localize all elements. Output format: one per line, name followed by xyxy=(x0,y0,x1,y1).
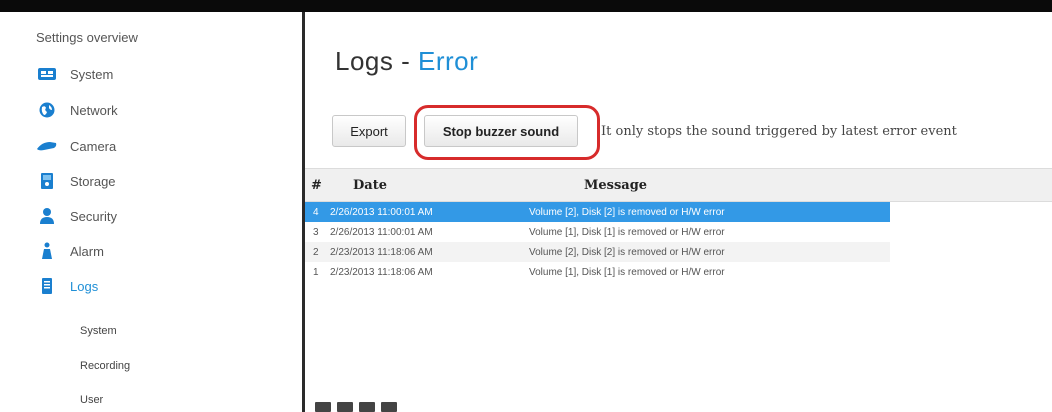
stop-buzzer-button[interactable]: Stop buzzer sound xyxy=(424,115,578,147)
sidebar-item-label: Network xyxy=(70,102,118,118)
table-row[interactable]: 1 2/23/2013 11:18:06 AM Volume [1], Disk… xyxy=(305,262,890,282)
sidebar: Settings overview System Network Camera … xyxy=(0,12,302,412)
sidebar-item-label: Security xyxy=(70,208,117,224)
sidebar-item-alarm[interactable]: Alarm xyxy=(36,239,104,263)
row-date: 2/26/2013 11:00:01 AM xyxy=(330,207,433,218)
user-icon xyxy=(36,207,58,225)
table-header: # Date Message xyxy=(305,168,1052,202)
sidebar-item-system[interactable]: System xyxy=(36,62,113,86)
row-number: 1 xyxy=(313,267,319,278)
page-title-accent: Error xyxy=(418,46,479,76)
export-button[interactable]: Export xyxy=(332,115,406,147)
table-row[interactable]: 2 2/23/2013 11:18:06 AM Volume [2], Disk… xyxy=(305,242,890,262)
camera-icon xyxy=(36,137,58,155)
pager-first-button[interactable] xyxy=(315,402,331,412)
row-date: 2/26/2013 11:00:01 AM xyxy=(330,227,433,238)
top-bar xyxy=(0,0,1052,12)
table-row[interactable]: 3 2/26/2013 11:00:01 AM Volume [1], Disk… xyxy=(305,222,890,242)
column-header-message[interactable]: Message xyxy=(584,178,647,193)
row-message: Volume [2], Disk [2] is removed or H/W e… xyxy=(529,207,725,218)
storage-icon xyxy=(36,172,58,190)
row-message: Volume [1], Disk [1] is removed or H/W e… xyxy=(529,267,725,278)
sidebar-item-storage[interactable]: Storage xyxy=(36,169,116,193)
sidebar-item-logs[interactable]: Logs xyxy=(36,274,98,298)
sidebar-item-label: Logs xyxy=(70,278,99,294)
row-message: Volume [2], Disk [2] is removed or H/W e… xyxy=(529,247,725,258)
sidebar-item-security[interactable]: Security xyxy=(36,204,117,228)
main-panel: Logs - Error Export Stop buzzer sound It… xyxy=(305,12,1052,412)
logs-icon xyxy=(36,277,58,295)
row-date: 2/23/2013 11:18:06 AM xyxy=(330,247,433,258)
sidebar-item-camera[interactable]: Camera xyxy=(36,134,116,158)
sidebar-item-label: System xyxy=(70,66,114,82)
sidebar-item-label: Camera xyxy=(70,138,117,154)
column-header-date[interactable]: Date xyxy=(353,178,387,193)
toolbar: Export Stop buzzer sound It only stops t… xyxy=(305,104,1052,160)
globe-icon xyxy=(36,101,58,119)
pager-last-button[interactable] xyxy=(381,402,397,412)
row-number: 3 xyxy=(313,227,319,238)
sidebar-item-label: Storage xyxy=(70,173,116,189)
sidebar-subitem-system[interactable]: System xyxy=(80,325,117,337)
page-title: Logs - Error xyxy=(335,46,478,77)
column-header-number[interactable]: # xyxy=(311,178,322,193)
pager xyxy=(315,402,403,412)
sidebar-item-label: Alarm xyxy=(70,243,104,259)
log-table: 4 2/26/2013 11:00:01 AM Volume [2], Disk… xyxy=(305,202,890,282)
row-number: 4 xyxy=(313,207,319,218)
sidebar-item-network[interactable]: Network xyxy=(36,98,118,122)
toolbar-note: It only stops the sound triggered by lat… xyxy=(601,124,957,139)
pager-next-button[interactable] xyxy=(359,402,375,412)
page-title-prefix: Logs - xyxy=(335,46,418,76)
system-icon xyxy=(36,65,58,83)
row-date: 2/23/2013 11:18:06 AM xyxy=(330,267,433,278)
sidebar-title: Settings overview xyxy=(36,30,138,45)
table-row[interactable]: 4 2/26/2013 11:00:01 AM Volume [2], Disk… xyxy=(305,202,890,222)
sidebar-subitem-recording[interactable]: Recording xyxy=(80,360,130,372)
row-number: 2 xyxy=(313,247,319,258)
alarm-icon xyxy=(36,242,58,260)
sidebar-subitem-user[interactable]: User xyxy=(80,394,103,406)
pager-prev-button[interactable] xyxy=(337,402,353,412)
row-message: Volume [1], Disk [1] is removed or H/W e… xyxy=(529,227,725,238)
